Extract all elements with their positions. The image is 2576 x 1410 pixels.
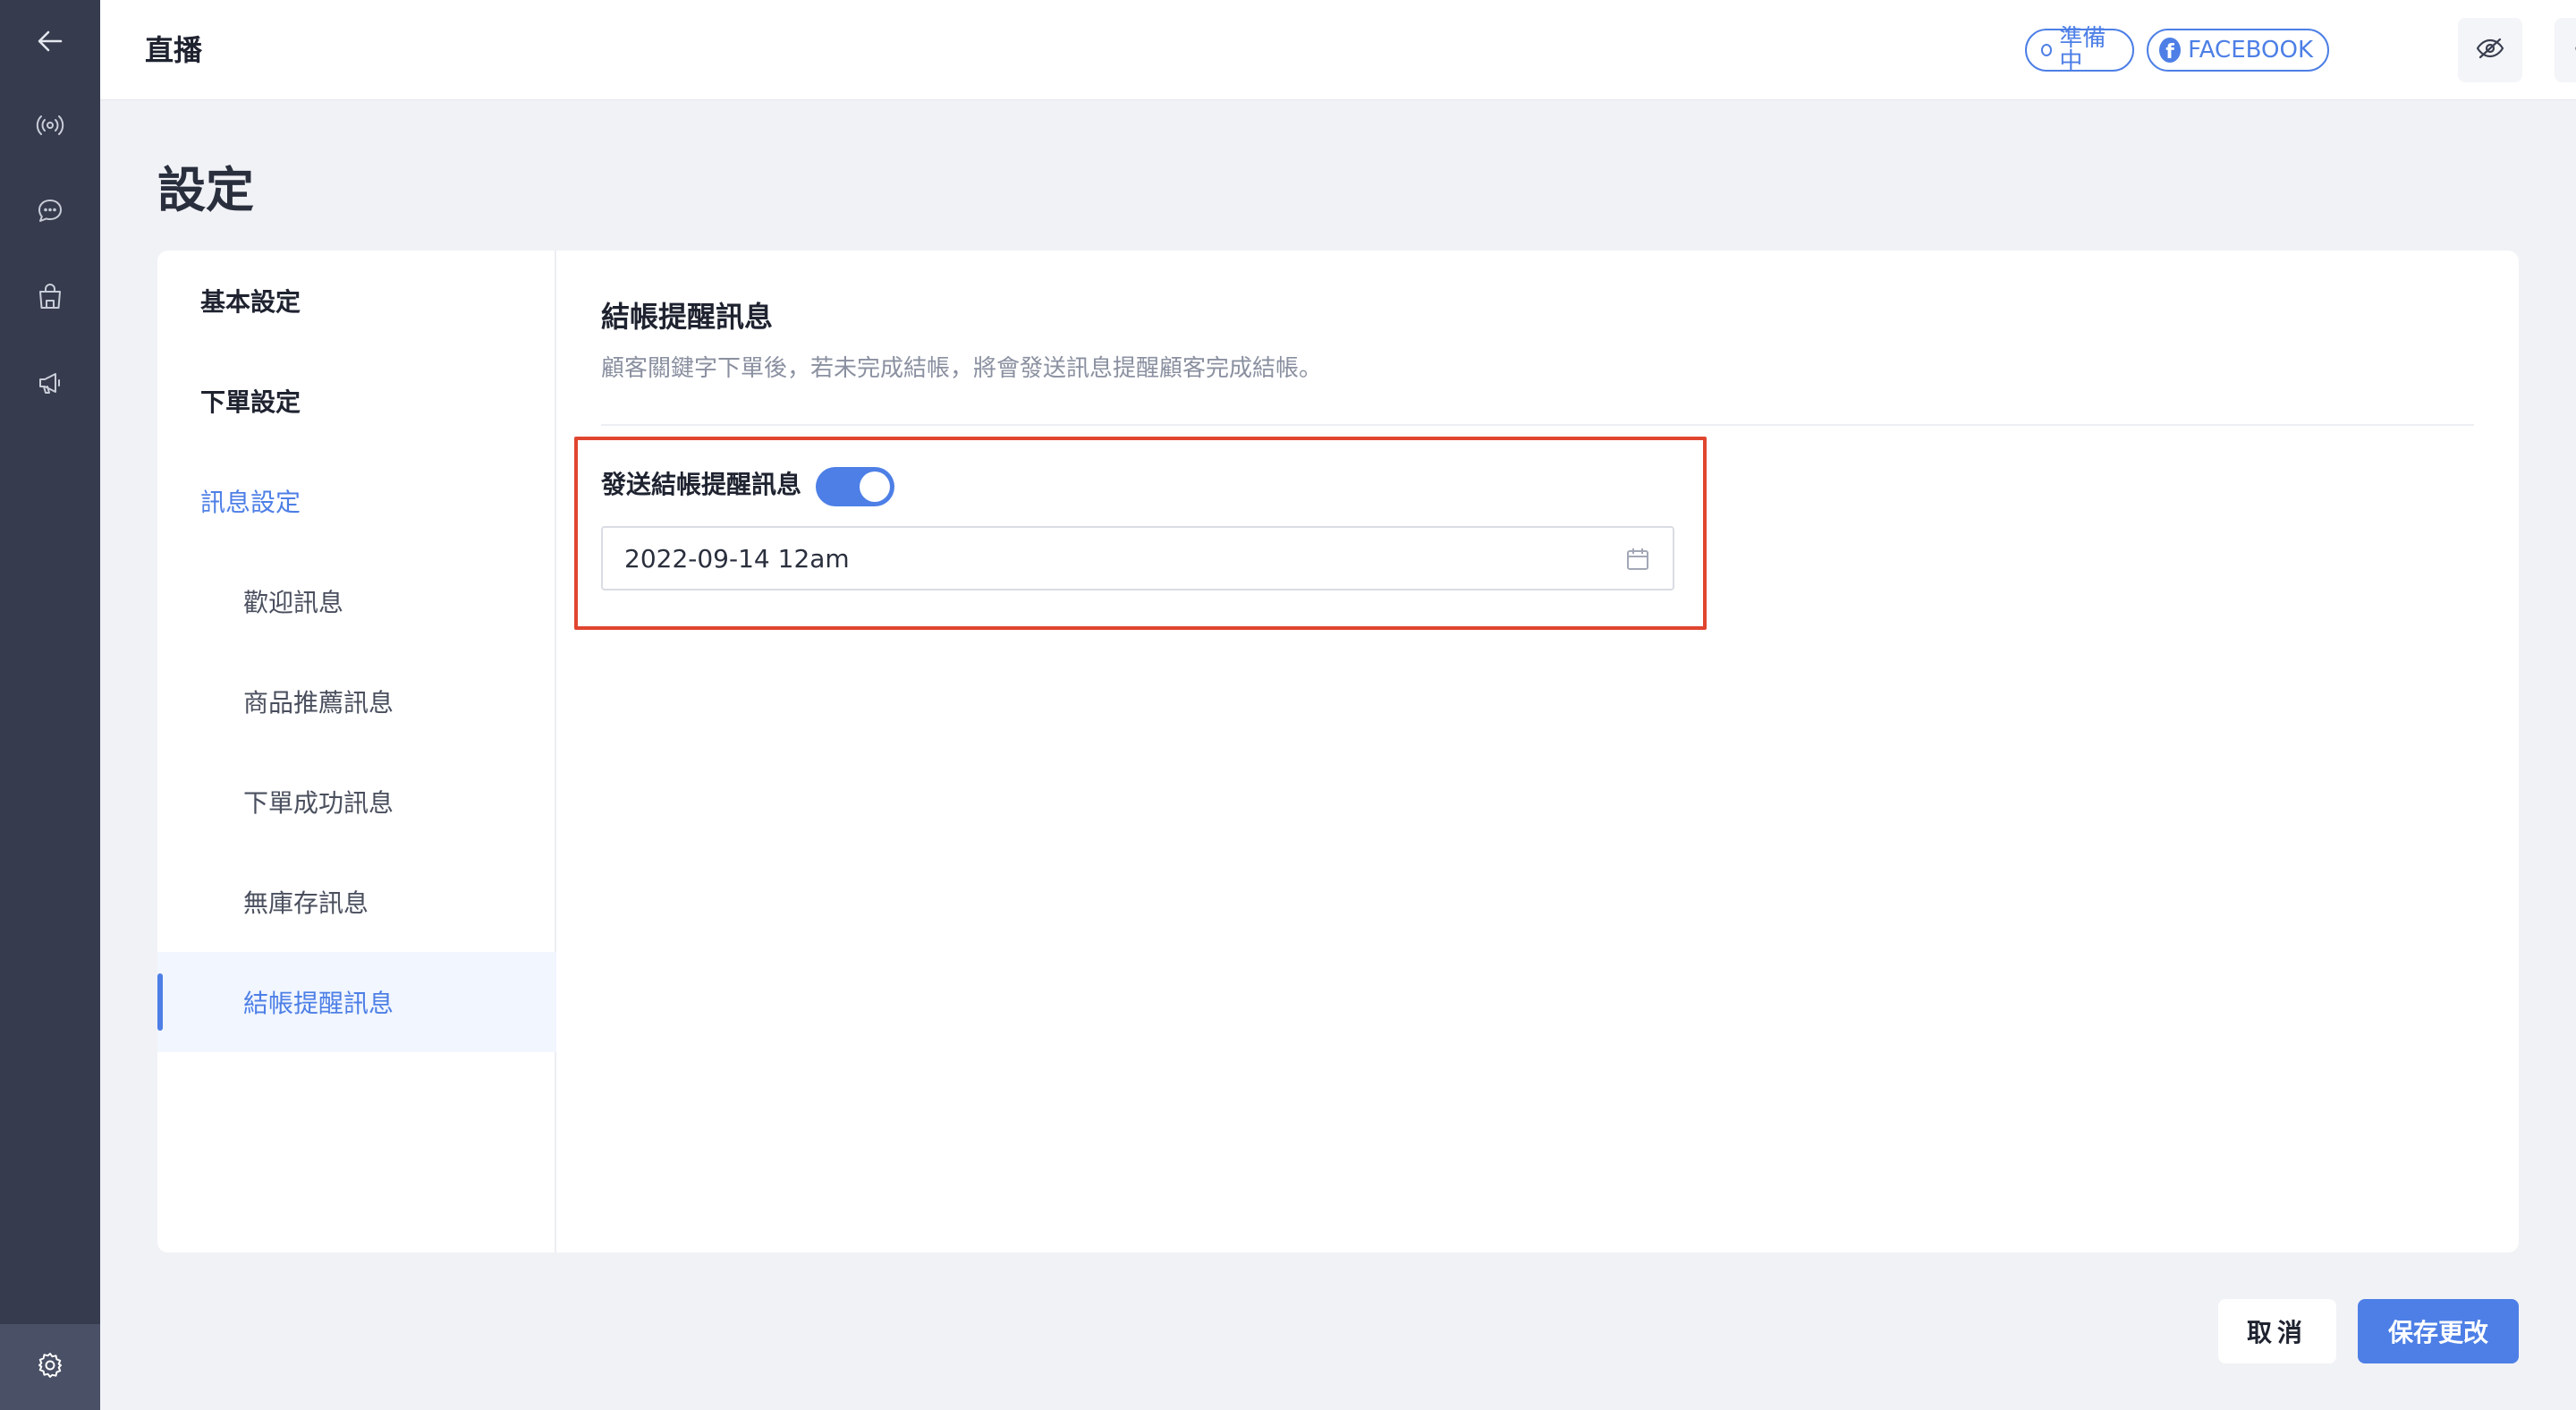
settings-sidebar: 基本設定 下單設定 訊息設定 歡迎訊息 商品推薦訊息 下單成功訊息 無庫存訊息 … (157, 251, 556, 1253)
reminder-date-field[interactable]: 2022-09-14 12am (601, 526, 1674, 590)
cancel-button[interactable]: 取消 (2218, 1299, 2336, 1363)
section-title: 結帳提醒訊息 (601, 300, 774, 334)
rail-settings-button[interactable] (0, 1324, 100, 1410)
sidebar-item-out-of-stock[interactable]: 無庫存訊息 (157, 852, 556, 952)
settings-content: 結帳提醒訊息 顧客關鍵字下單後，若未完成結帳，將會發送訊息提醒顧客完成結帳。 (601, 251, 2474, 1253)
rail-live-button[interactable] (0, 84, 100, 170)
shopping-bag-icon (34, 281, 66, 317)
sidebar-item-messages[interactable]: 訊息設定 (157, 451, 556, 551)
rail-marketing-button[interactable] (0, 342, 100, 428)
reminder-date-value: 2022-09-14 12am (624, 543, 850, 573)
rail-products-button[interactable] (0, 256, 100, 342)
settings-card: 基本設定 下單設定 訊息設定 歡迎訊息 商品推薦訊息 下單成功訊息 無庫存訊息 … (157, 251, 2519, 1253)
sidebar-item-basic[interactable]: 基本設定 (157, 251, 556, 351)
gear-icon (34, 1349, 66, 1385)
status-badge[interactable]: 準備中 (2025, 25, 2134, 75)
platform-badge[interactable]: f FACEBOOK (2147, 29, 2329, 72)
topbar-title: 直播 (145, 33, 203, 67)
rail-chat-button[interactable] (0, 170, 100, 256)
platform-label: FACEBOOK (2188, 37, 2313, 64)
eye-off-icon (2475, 33, 2505, 67)
chat-icon (34, 195, 66, 231)
reminder-toggle[interactable] (816, 467, 894, 506)
back-arrow-icon (34, 25, 66, 61)
sidebar-item-welcome-message[interactable]: 歡迎訊息 (157, 551, 556, 651)
sidebar-item-checkout-reminder[interactable]: 結帳提醒訊息 (157, 952, 556, 1052)
top-bar: 直播 準備中 f FACEBOOK (100, 0, 2576, 100)
section-description: 顧客關鍵字下單後，若未完成結帳，將會發送訊息提醒顧客完成結帳。 (601, 355, 1323, 382)
page-title: 設定 (157, 162, 254, 218)
toggle-knob (860, 471, 890, 502)
save-button[interactable]: 保存更改 (2358, 1299, 2519, 1363)
megaphone-icon (34, 367, 66, 403)
left-rail (0, 0, 100, 1410)
facebook-icon: f (2159, 38, 2182, 63)
status-dot-icon (2041, 44, 2053, 56)
calendar-icon[interactable] (1624, 546, 1651, 573)
section-divider (601, 424, 2474, 426)
reminder-toggle-label: 發送結帳提醒訊息 (601, 470, 802, 499)
share-icon (2572, 33, 2576, 67)
visibility-button[interactable] (2458, 18, 2522, 82)
sidebar-item-order[interactable]: 下單設定 (157, 351, 556, 451)
status-label: 準備中 (2059, 25, 2106, 75)
share-button[interactable] (2555, 18, 2576, 82)
back-button[interactable] (0, 0, 100, 86)
broadcast-icon (34, 109, 66, 145)
sidebar-item-order-success[interactable]: 下單成功訊息 (157, 752, 556, 852)
sidebar-item-product-recommendation[interactable]: 商品推薦訊息 (157, 651, 556, 752)
